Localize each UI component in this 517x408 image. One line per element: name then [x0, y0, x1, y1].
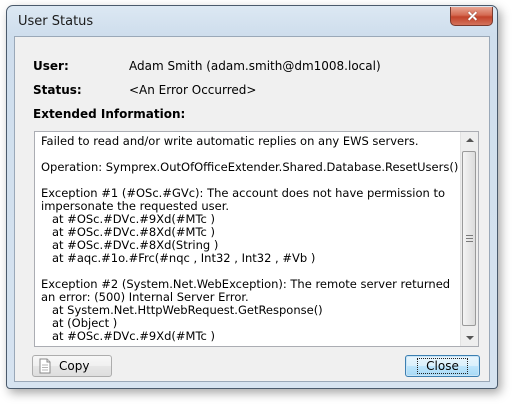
grip-icon [466, 235, 473, 242]
status-label: Status: [33, 83, 82, 97]
title-bar[interactable]: User Status [7, 6, 497, 36]
chevron-up-icon[interactable] [461, 132, 478, 149]
close-icon[interactable] [450, 7, 493, 26]
copy-button[interactable]: Copy [32, 355, 112, 377]
scrollbar-thumb[interactable] [462, 151, 476, 326]
copy-document-icon [39, 358, 51, 374]
dialog-content: User: Adam Smith (adam.smith@dm1008.loca… [14, 36, 490, 382]
close-button-label: Close [417, 358, 468, 374]
extended-information-textbox[interactable]: Failed to read and/or write automatic re… [34, 131, 479, 347]
extended-information-label: Extended Information: [33, 107, 186, 121]
vertical-scrollbar[interactable] [460, 132, 478, 346]
status-value: <An Error Occurred> [129, 83, 257, 97]
copy-button-label: Copy [59, 359, 90, 373]
chevron-down-icon[interactable] [461, 329, 478, 346]
user-value: Adam Smith (adam.smith@dm1008.local) [129, 59, 381, 73]
window-title: User Status [18, 14, 94, 29]
extended-information-text: Failed to read and/or write automatic re… [41, 134, 459, 343]
user-status-dialog: User Status User: Adam Smith (adam.smith… [6, 5, 498, 389]
user-label: User: [33, 59, 69, 73]
close-button[interactable]: Close [405, 355, 480, 377]
